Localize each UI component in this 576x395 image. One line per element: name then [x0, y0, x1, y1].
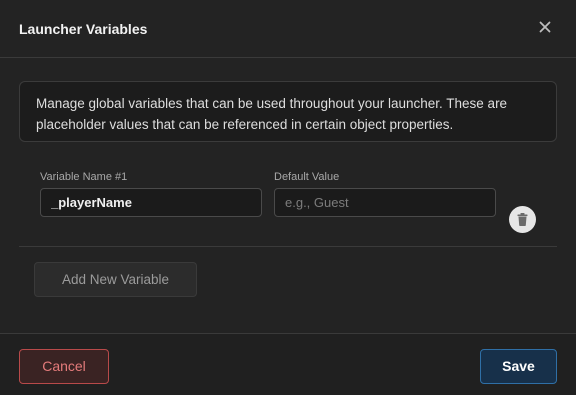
dialog-title: Launcher Variables: [19, 21, 148, 37]
add-variable-button[interactable]: Add New Variable: [34, 262, 197, 297]
section-divider: [19, 246, 557, 247]
default-value-label: Default Value: [274, 171, 340, 183]
cancel-button[interactable]: Cancel: [19, 349, 109, 384]
delete-variable-button[interactable]: [509, 206, 536, 233]
close-icon: [539, 21, 551, 33]
dialog-header: Launcher Variables: [0, 0, 576, 58]
dialog-footer: Cancel Save: [0, 333, 576, 395]
save-button[interactable]: Save: [480, 349, 557, 384]
trash-icon: [517, 213, 528, 226]
variable-name-input[interactable]: [40, 188, 262, 217]
close-button[interactable]: [536, 18, 554, 36]
default-value-input[interactable]: [274, 188, 496, 217]
launcher-variables-dialog: Launcher Variables Manage global variabl…: [0, 0, 576, 395]
variable-name-label: Variable Name #1: [40, 171, 128, 183]
info-message: Manage global variables that can be used…: [19, 81, 557, 142]
